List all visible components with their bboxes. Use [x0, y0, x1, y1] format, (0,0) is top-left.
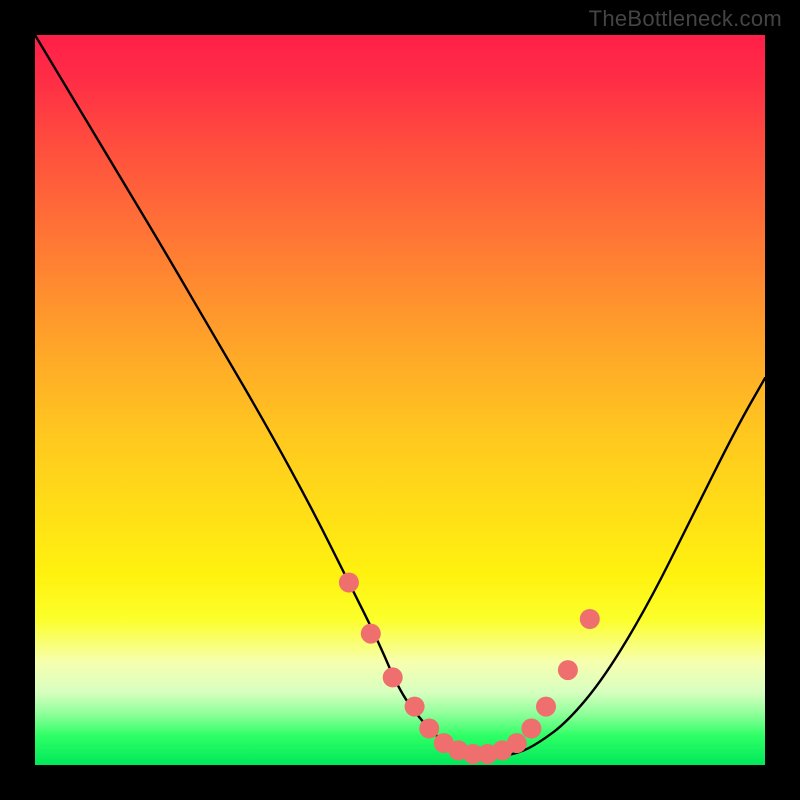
curve-marker — [405, 697, 425, 717]
marker-group — [339, 573, 600, 765]
curve-marker — [558, 660, 578, 680]
curve-marker — [383, 667, 403, 687]
chart-svg — [35, 35, 765, 765]
curve-marker — [580, 609, 600, 629]
curve-marker — [419, 719, 439, 739]
chart-frame: TheBottleneck.com — [0, 0, 800, 800]
curve-marker — [521, 719, 541, 739]
curve-marker — [339, 573, 359, 593]
curve-marker — [536, 697, 556, 717]
watermark-text: TheBottleneck.com — [589, 6, 782, 32]
curve-marker — [361, 624, 381, 644]
plot-area — [35, 35, 765, 765]
curve-path — [35, 35, 765, 757]
curve-marker — [507, 733, 527, 753]
